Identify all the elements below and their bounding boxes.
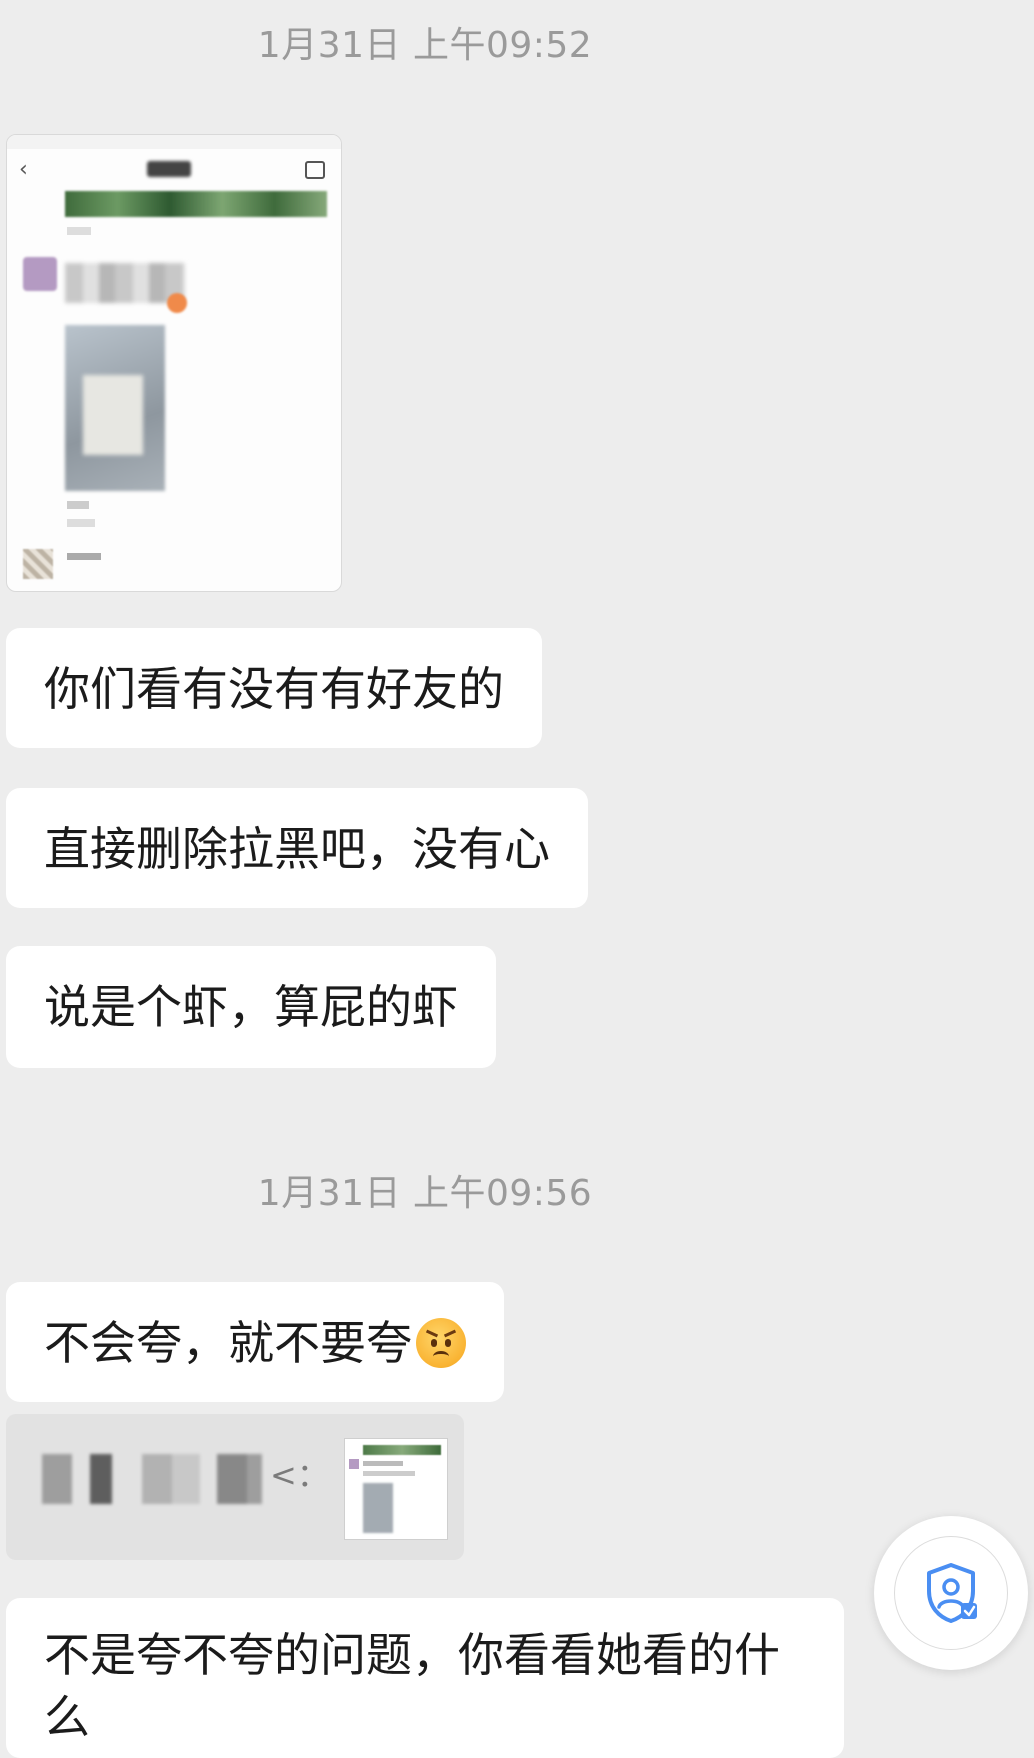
message-bubble[interactable]: 你们看有没有有好友的 <box>6 628 542 748</box>
camera-icon <box>305 161 325 179</box>
back-arrow-icon: ‹ <box>19 157 28 182</box>
message-text: 直接删除拉黑吧，没有心 <box>44 822 550 876</box>
message-bubble[interactable]: 直接删除拉黑吧，没有心 <box>6 788 588 908</box>
status-bar <box>7 135 341 149</box>
message-bubble[interactable]: 不会夸，就不要夸 <box>6 1282 504 1402</box>
blurred-text <box>67 227 91 235</box>
blurred-title <box>147 161 191 177</box>
post-photo-detail <box>83 375 143 455</box>
blurred-text <box>67 553 101 560</box>
message-text: 你们看有没有有好友的 <box>44 662 504 716</box>
timestamp: 1月31日 上午09:52 <box>257 25 593 66</box>
mosaic-sender-name <box>42 1454 262 1504</box>
mosaic-name <box>65 263 185 303</box>
message-text: 不会夸，就不要夸 <box>44 1316 412 1370</box>
quoted-message[interactable]: <： <box>6 1414 464 1560</box>
angry-face-emoji-icon <box>416 1317 466 1368</box>
avatar <box>23 257 57 291</box>
message-text: 不是夸不夸的问题，你看看她看的什么 <box>44 1628 780 1744</box>
blurred-text <box>67 501 89 509</box>
message-bubble[interactable]: 说是个虾，算屁的虾 <box>6 946 496 1068</box>
message-bubble[interactable]: 不是夸不夸的问题，你看看她看的什么 <box>6 1598 844 1758</box>
security-floating-button[interactable] <box>874 1516 1028 1670</box>
badge-dot <box>167 293 187 313</box>
timestamp: 1月31日 上午09:56 <box>257 1173 593 1214</box>
screenshot-image-message[interactable]: ‹ <box>6 134 342 592</box>
avatar <box>23 549 53 579</box>
photo-banner <box>65 191 327 217</box>
quoted-image-thumbnail[interactable] <box>344 1438 448 1540</box>
blurred-text <box>67 519 95 527</box>
message-text: 说是个虾，算屁的虾 <box>44 980 458 1034</box>
shield-user-icon <box>927 1563 977 1623</box>
quote-suffix: <： <box>270 1456 329 1494</box>
